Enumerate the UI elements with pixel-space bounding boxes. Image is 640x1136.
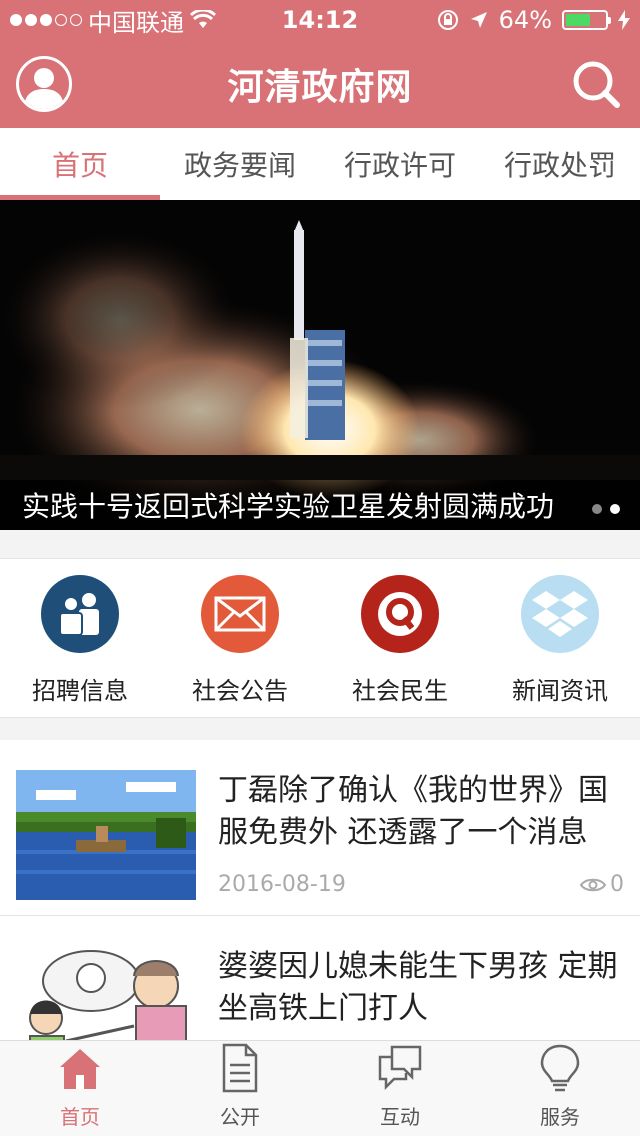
chat-bubbles-icon (378, 1045, 422, 1091)
quick-links: 招聘信息 社会公告 社会民生 新闻资讯 (0, 558, 640, 718)
nav-service[interactable]: 服务 (480, 1041, 640, 1136)
news-title: 婆婆因儿媳未能生下男孩 定期坐高铁上门打人 (218, 949, 618, 1026)
news-item[interactable]: 婆婆因儿媳未能生下男孩 定期坐高铁上门打人 (0, 916, 640, 1040)
home-icon (60, 1049, 100, 1089)
nav-interaction[interactable]: 互动 (320, 1041, 480, 1136)
page-title: 河清政府网 (227, 67, 413, 108)
quick-link-label: 社会公告 (192, 677, 288, 705)
news-body: 丁磊除了确认《我的世界》国服免费外 还透露了一个消息 2016-08-19 0 (218, 770, 624, 899)
people-icon (41, 575, 119, 653)
tab-administrative-license[interactable]: 行政许可 (320, 128, 480, 200)
pager-dot[interactable] (592, 504, 602, 514)
tab-home[interactable]: 首页 (0, 128, 160, 200)
quick-link-livelihood[interactable]: 社会民生 (320, 559, 480, 717)
quick-link-recruitment[interactable]: 招聘信息 (0, 559, 160, 717)
quick-link-label: 新闻资讯 (512, 677, 608, 705)
quick-link-label: 招聘信息 (32, 677, 128, 705)
quick-link-news[interactable]: 新闻资讯 (480, 559, 640, 717)
charging-bolt-icon (618, 10, 630, 30)
dropbox-icon (521, 575, 599, 653)
pager-dot-active[interactable] (610, 504, 620, 514)
search-icon (573, 61, 620, 108)
news-item[interactable]: 丁磊除了确认《我的世界》国服免费外 还透露了一个消息 2016-08-19 0 (0, 740, 640, 916)
wifi-icon (190, 10, 216, 28)
tab-administrative-penalty[interactable]: 行政处罚 (480, 128, 640, 200)
nav-home[interactable]: 首页 (0, 1041, 160, 1136)
category-tabs: 首页 政务要闻 行政许可 行政处罚 (0, 128, 640, 200)
q-icon (361, 575, 439, 653)
news-date: 2016-08-19 (218, 872, 346, 897)
search-button[interactable] (570, 58, 622, 110)
user-icon (24, 68, 64, 109)
mail-icon (201, 575, 279, 653)
eye-icon (580, 878, 606, 891)
user-avatar-button[interactable] (16, 56, 72, 112)
carrier-name: 中国联通 (88, 8, 184, 37)
news-thumbnail (16, 946, 196, 1040)
news-title: 丁磊除了确认《我的世界》国服免费外 还透露了一个消息 (218, 773, 608, 850)
battery-percent: 64% (498, 6, 552, 34)
battery-icon (562, 10, 611, 30)
quick-link-public-notice[interactable]: 社会公告 (160, 559, 320, 717)
news-view-count: 0 (610, 872, 624, 897)
carousel-pager[interactable] (592, 504, 620, 514)
lightbulb-icon (540, 1044, 580, 1092)
status-right: 64% (437, 6, 630, 34)
nav-label: 首页 (60, 1105, 100, 1129)
banner-carousel[interactable]: 实践十号返回式科学实验卫星发射圆满成功 (0, 200, 640, 530)
news-views: 0 (580, 872, 624, 897)
status-bar: 中国联通 14:12 64% (0, 0, 640, 40)
nav-public[interactable]: 公开 (160, 1041, 320, 1136)
news-thumbnail (16, 770, 196, 900)
location-arrow-icon (470, 12, 487, 28)
tab-government-news[interactable]: 政务要闻 (160, 128, 320, 200)
news-body: 婆婆因儿媳未能生下男孩 定期坐高铁上门打人 (218, 946, 624, 1040)
quick-link-label: 社会民生 (352, 677, 448, 705)
news-list: 丁磊除了确认《我的世界》国服免费外 还透露了一个消息 2016-08-19 0 (0, 740, 640, 1040)
banner-caption: 实践十号返回式科学实验卫星发射圆满成功 (0, 480, 640, 530)
banner-caption-text: 实践十号返回式科学实验卫星发射圆满成功 (22, 490, 555, 523)
status-left: 中国联通 (10, 3, 437, 38)
news-meta: 2016-08-19 0 (218, 872, 624, 899)
nav-label: 公开 (220, 1105, 260, 1129)
signal-strength-icon (10, 14, 82, 26)
nav-label: 服务 (540, 1105, 580, 1129)
nav-label: 互动 (380, 1105, 420, 1129)
rotation-lock-icon (437, 10, 458, 30)
battery-level (566, 14, 591, 26)
app-header: 河清政府网 (0, 40, 640, 128)
document-icon (222, 1043, 258, 1093)
bottom-navigation: 首页 公开 互动 服务 (0, 1040, 640, 1136)
